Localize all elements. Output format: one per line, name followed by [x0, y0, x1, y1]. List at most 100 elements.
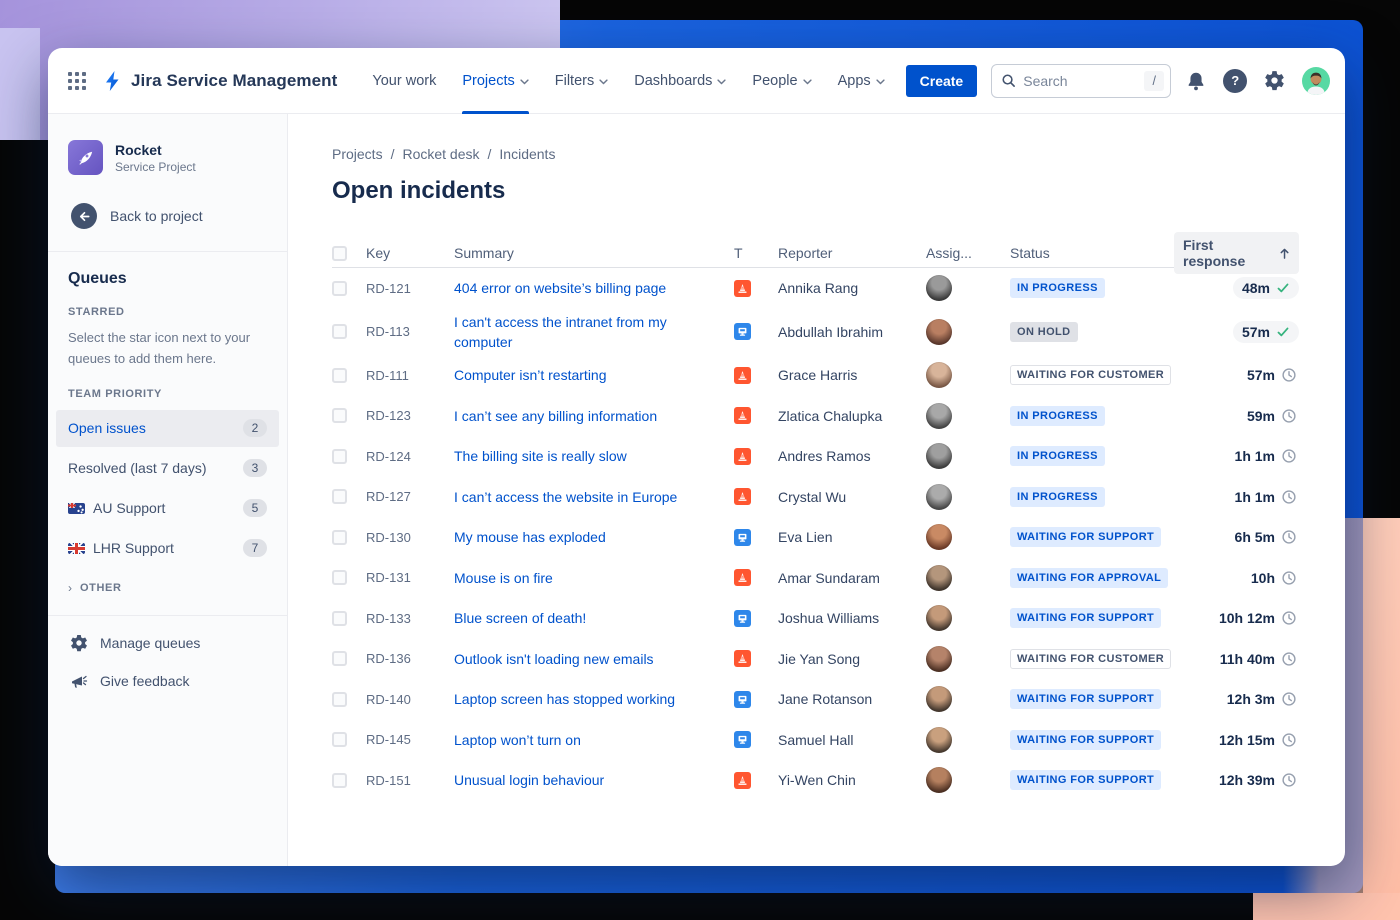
assignee-avatar[interactable]: [926, 318, 952, 345]
assignee-avatar[interactable]: [926, 483, 952, 510]
row-summary-link[interactable]: I can't access the intranet from my comp…: [454, 312, 734, 353]
main-content: Projects / Rocket desk / Incidents Open …: [288, 114, 1345, 866]
nav-item-projects[interactable]: Projects: [449, 48, 541, 114]
assignee-avatar[interactable]: [926, 443, 952, 470]
assignee-avatar[interactable]: [926, 362, 952, 389]
response-pill: 1h 1m: [1233, 445, 1299, 467]
row-summary-link[interactable]: I can’t see any billing information: [454, 406, 671, 426]
row-checkbox[interactable]: [332, 448, 347, 464]
row-checkbox[interactable]: [332, 772, 347, 788]
search-input[interactable]: [1023, 72, 1138, 89]
response-pill: 12h 15m: [1217, 729, 1299, 751]
app-title: Jira Service Management: [131, 70, 338, 90]
row-checkbox[interactable]: [332, 324, 347, 340]
row-checkbox[interactable]: [332, 691, 347, 707]
notifications-bell-icon[interactable]: [1186, 71, 1206, 91]
nav-item-people[interactable]: People: [739, 48, 824, 114]
row-checkbox[interactable]: [332, 570, 347, 586]
response-pill: 59m: [1245, 405, 1299, 427]
sidebar-item-open-issues[interactable]: Open issues 2: [56, 409, 279, 447]
row-checkbox[interactable]: [332, 489, 347, 505]
assignee-avatar[interactable]: [926, 275, 952, 302]
manage-queues-button[interactable]: Manage queues: [68, 634, 267, 652]
row-key: RD-151: [366, 772, 411, 788]
nav-item-your-work[interactable]: Your work: [359, 48, 449, 114]
row-checkbox[interactable]: [332, 280, 347, 296]
assignee-avatar[interactable]: [926, 645, 952, 672]
row-summary-link[interactable]: Blue screen of death!: [454, 608, 600, 628]
queue-item-label: Open issues: [68, 420, 146, 437]
column-header-assignee[interactable]: Assig...: [926, 245, 1010, 261]
breadcrumb-separator: /: [487, 146, 492, 162]
search-box[interactable]: /: [991, 63, 1172, 98]
column-header-reporter[interactable]: Reporter: [778, 245, 926, 261]
sidebar-item-resolved-last-7-days[interactable]: Resolved (last 7 days) 3: [56, 450, 279, 487]
breadcrumb-incidents[interactable]: Incidents: [499, 146, 555, 162]
app-switcher-icon[interactable]: [68, 71, 86, 90]
row-reporter: Andres Ramos: [778, 448, 871, 465]
incident-type-icon: [734, 279, 751, 297]
assignee-avatar[interactable]: [926, 564, 952, 591]
column-header-first-response[interactable]: First response: [1174, 232, 1299, 274]
column-header-key[interactable]: Key: [366, 245, 454, 261]
assignee-avatar[interactable]: [926, 767, 952, 794]
nav-item-apps[interactable]: Apps: [825, 48, 898, 114]
table-row: RD-131 Mouse is on fire Amar Sundaram WA…: [332, 558, 1299, 599]
sidebar-item-lhr-support[interactable]: LHR Support 7: [56, 530, 279, 567]
row-checkbox[interactable]: [332, 610, 347, 626]
row-checkbox[interactable]: [332, 732, 347, 748]
column-header-summary[interactable]: Summary: [454, 245, 734, 261]
sidebar-item-au-support[interactable]: AU Support 5: [56, 490, 279, 527]
row-summary-link[interactable]: Computer isn’t restarting: [454, 365, 621, 385]
assignee-avatar[interactable]: [926, 402, 952, 429]
incident-cone-glyph: [738, 573, 747, 583]
assignee-avatar[interactable]: [926, 605, 952, 632]
assignee-avatar[interactable]: [926, 524, 952, 551]
row-key: RD-124: [366, 448, 411, 464]
nav-item-label: Projects: [462, 72, 515, 89]
incident-cone-glyph: [738, 492, 747, 502]
breadcrumb-projects[interactable]: Projects: [332, 146, 383, 162]
response-time: 1h 1m: [1234, 448, 1275, 465]
row-summary-link[interactable]: My mouse has exploded: [454, 527, 620, 547]
row-summary-link[interactable]: The billing site is really slow: [454, 446, 641, 466]
nav-item-dashboards[interactable]: Dashboards: [621, 48, 739, 114]
jira-logo[interactable]: Jira Service Management: [102, 70, 337, 92]
row-checkbox[interactable]: [332, 651, 347, 667]
column-header-type[interactable]: T: [734, 245, 778, 261]
help-icon[interactable]: ?: [1223, 68, 1248, 93]
assignee-avatar[interactable]: [926, 726, 952, 753]
back-arrow-icon: [71, 203, 97, 229]
row-checkbox[interactable]: [332, 408, 347, 424]
row-summary-link[interactable]: I can’t access the website in Europe: [454, 487, 691, 507]
clock-icon: [1282, 368, 1296, 382]
row-summary-link[interactable]: Outlook isn't loading new emails: [454, 649, 668, 669]
project-info: Rocket Service Project: [115, 142, 196, 174]
status-badge: WAITING FOR SUPPORT: [1010, 729, 1162, 750]
clock-icon: [1282, 409, 1296, 423]
row-summary-link[interactable]: 404 error on website’s billing page: [454, 278, 680, 298]
table-row: RD-130 My mouse has exploded Eva Lien WA…: [332, 517, 1299, 558]
give-feedback-button[interactable]: Give feedback: [68, 672, 267, 690]
row-summary-link[interactable]: Laptop screen has stopped working: [454, 689, 689, 709]
row-summary-link[interactable]: Laptop won’t turn on: [454, 730, 595, 750]
queue-count-badge: 7: [243, 539, 267, 558]
nav-item-filters[interactable]: Filters: [542, 48, 621, 114]
settings-gear-icon[interactable]: [1264, 70, 1285, 91]
sidebar-item-other[interactable]: › OTHER: [68, 581, 267, 595]
row-checkbox[interactable]: [332, 529, 347, 545]
breadcrumb-rocket-desk[interactable]: Rocket desk: [402, 146, 479, 162]
column-header-status[interactable]: Status: [1010, 245, 1174, 261]
select-all-checkbox[interactable]: [332, 245, 347, 261]
starred-section-label: STARRED: [68, 306, 125, 318]
row-summary-link[interactable]: Mouse is on fire: [454, 568, 567, 588]
row-summary-link[interactable]: Unusual login behaviour: [454, 770, 618, 790]
back-to-project-button[interactable]: Back to project: [68, 203, 267, 229]
project-header[interactable]: Rocket Service Project: [68, 140, 267, 175]
assignee-avatar[interactable]: [926, 686, 952, 713]
row-checkbox[interactable]: [332, 367, 347, 383]
status-badge: WAITING FOR SUPPORT: [1010, 608, 1162, 629]
give-feedback-label: Give feedback: [100, 672, 190, 689]
user-avatar[interactable]: [1302, 66, 1331, 95]
create-button[interactable]: Create: [905, 64, 978, 97]
